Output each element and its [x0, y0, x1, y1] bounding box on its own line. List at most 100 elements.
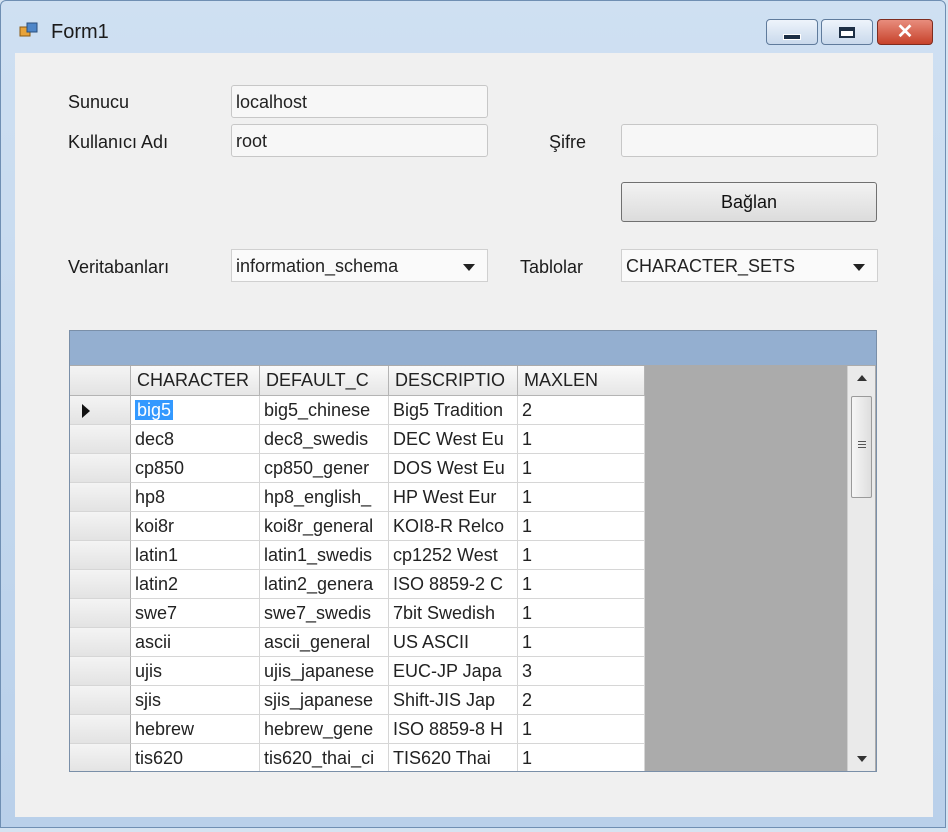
row-header-corner[interactable] [70, 366, 131, 396]
row-header[interactable] [70, 454, 131, 483]
close-button[interactable]: ✕ [877, 19, 933, 45]
table-cell[interactable]: swe7 [131, 599, 260, 628]
row-header[interactable] [70, 599, 131, 628]
column-header[interactable]: DEFAULT_C [260, 366, 389, 396]
table-cell[interactable]: koi8r [131, 512, 260, 541]
table-cell[interactable]: ujis_japanese [260, 657, 389, 686]
table-cell[interactable]: latin2_genera [260, 570, 389, 599]
table-row[interactable]: sjis sjis_japanese Shift-JIS Jap 2 [70, 686, 645, 715]
scroll-down-button[interactable] [848, 747, 875, 771]
table-cell[interactable]: tis620 [131, 744, 260, 771]
row-header[interactable] [70, 744, 131, 771]
table-cell[interactable]: ascii_general [260, 628, 389, 657]
minimize-button[interactable] [766, 19, 818, 45]
connect-button[interactable]: Bağlan [621, 182, 877, 222]
table-cell[interactable]: sjis_japanese [260, 686, 389, 715]
table-row[interactable]: hp8 hp8_english_ HP West Eur 1 [70, 483, 645, 512]
scrollbar-thumb[interactable] [851, 396, 872, 498]
table-row[interactable]: dec8 dec8_swedis DEC West Eu 1 [70, 425, 645, 454]
column-header[interactable]: CHARACTER [131, 366, 260, 396]
chevron-down-icon[interactable] [463, 264, 475, 271]
title-bar[interactable]: Form1 ✕ [1, 1, 945, 53]
table-cell[interactable]: US ASCII [389, 628, 518, 657]
table-cell[interactable]: 1 [518, 570, 645, 599]
table-cell[interactable]: Shift-JIS Jap [389, 686, 518, 715]
databases-combobox[interactable]: information_schema [231, 249, 488, 282]
table-cell[interactable]: cp850 [131, 454, 260, 483]
table-cell[interactable]: 1 [518, 512, 645, 541]
maximize-button[interactable] [821, 19, 873, 45]
table-cell[interactable]: DOS West Eu [389, 454, 518, 483]
row-header[interactable] [70, 715, 131, 744]
row-header[interactable] [70, 512, 131, 541]
table-cell[interactable]: KOI8-R Relco [389, 512, 518, 541]
row-header[interactable] [70, 483, 131, 512]
table-cell[interactable]: dec8 [131, 425, 260, 454]
row-header[interactable] [70, 686, 131, 715]
table-row[interactable]: tis620 tis620_thai_ci TIS620 Thai 1 [70, 744, 645, 771]
username-input[interactable]: root [231, 124, 488, 157]
table-cell[interactable]: latin1 [131, 541, 260, 570]
table-cell[interactable]: Big5 Tradition [389, 396, 518, 425]
chevron-down-icon[interactable] [853, 264, 865, 271]
table-cell[interactable]: ISO 8859-8 H [389, 715, 518, 744]
row-header[interactable] [70, 541, 131, 570]
scroll-up-button[interactable] [848, 366, 875, 390]
table-cell[interactable]: 7bit Swedish [389, 599, 518, 628]
vertical-scrollbar[interactable] [847, 366, 875, 771]
server-input[interactable]: localhost [231, 85, 488, 118]
table-row[interactable]: swe7 swe7_swedis 7bit Swedish 1 [70, 599, 645, 628]
table-cell[interactable]: 1 [518, 425, 645, 454]
table-cell[interactable]: hp8_english_ [260, 483, 389, 512]
table-cell[interactable]: latin2 [131, 570, 260, 599]
table-row[interactable]: hebrew hebrew_gene ISO 8859-8 H 1 [70, 715, 645, 744]
data-grid[interactable]: CHARACTER DEFAULT_C DESCRIPTIO MAXLEN bi… [69, 330, 877, 772]
table-row[interactable]: ascii ascii_general US ASCII 1 [70, 628, 645, 657]
table-cell[interactable]: 2 [518, 686, 645, 715]
table-cell[interactable]: hebrew_gene [260, 715, 389, 744]
table-row[interactable]: big5 big5_chinese Big5 Tradition 2 [70, 396, 645, 425]
row-header[interactable] [70, 657, 131, 686]
table-cell[interactable]: latin1_swedis [260, 541, 389, 570]
row-header[interactable] [70, 628, 131, 657]
table-cell[interactable]: 1 [518, 454, 645, 483]
table-cell[interactable]: cp1252 West [389, 541, 518, 570]
table-cell[interactable]: 1 [518, 483, 645, 512]
password-input[interactable] [621, 124, 878, 157]
column-header[interactable]: MAXLEN [518, 366, 645, 396]
table-cell[interactable]: 3 [518, 657, 645, 686]
table-cell[interactable]: big5 [131, 396, 260, 425]
tables-combobox[interactable]: CHARACTER_SETS [621, 249, 878, 282]
row-header[interactable] [70, 396, 131, 425]
table-cell[interactable]: big5_chinese [260, 396, 389, 425]
table-cell[interactable]: ascii [131, 628, 260, 657]
table-cell[interactable]: swe7_swedis [260, 599, 389, 628]
table-cell[interactable]: sjis [131, 686, 260, 715]
table-cell[interactable]: cp850_gener [260, 454, 389, 483]
row-header[interactable] [70, 570, 131, 599]
table-cell[interactable]: DEC West Eu [389, 425, 518, 454]
table-cell[interactable]: 1 [518, 628, 645, 657]
row-header[interactable] [70, 425, 131, 454]
table-cell[interactable]: ISO 8859-2 C [389, 570, 518, 599]
table-cell[interactable]: tis620_thai_ci [260, 744, 389, 771]
table-cell[interactable]: koi8r_general [260, 512, 389, 541]
table-cell[interactable]: ujis [131, 657, 260, 686]
table-cell[interactable]: 1 [518, 715, 645, 744]
column-header[interactable]: DESCRIPTIO [389, 366, 518, 396]
table-cell[interactable]: dec8_swedis [260, 425, 389, 454]
table-cell[interactable]: 1 [518, 541, 645, 570]
table-cell[interactable]: hp8 [131, 483, 260, 512]
table-cell[interactable]: 1 [518, 599, 645, 628]
table-row[interactable]: latin1 latin1_swedis cp1252 West 1 [70, 541, 645, 570]
table-row[interactable]: ujis ujis_japanese EUC-JP Japa 3 [70, 657, 645, 686]
table-cell[interactable]: HP West Eur [389, 483, 518, 512]
table-cell[interactable]: 1 [518, 744, 645, 771]
table-row[interactable]: koi8r koi8r_general KOI8-R Relco 1 [70, 512, 645, 541]
table-cell[interactable]: EUC-JP Japa [389, 657, 518, 686]
table-row[interactable]: cp850 cp850_gener DOS West Eu 1 [70, 454, 645, 483]
table-cell[interactable]: hebrew [131, 715, 260, 744]
table-cell[interactable]: TIS620 Thai [389, 744, 518, 771]
table-cell[interactable]: 2 [518, 396, 645, 425]
table-row[interactable]: latin2 latin2_genera ISO 8859-2 C 1 [70, 570, 645, 599]
